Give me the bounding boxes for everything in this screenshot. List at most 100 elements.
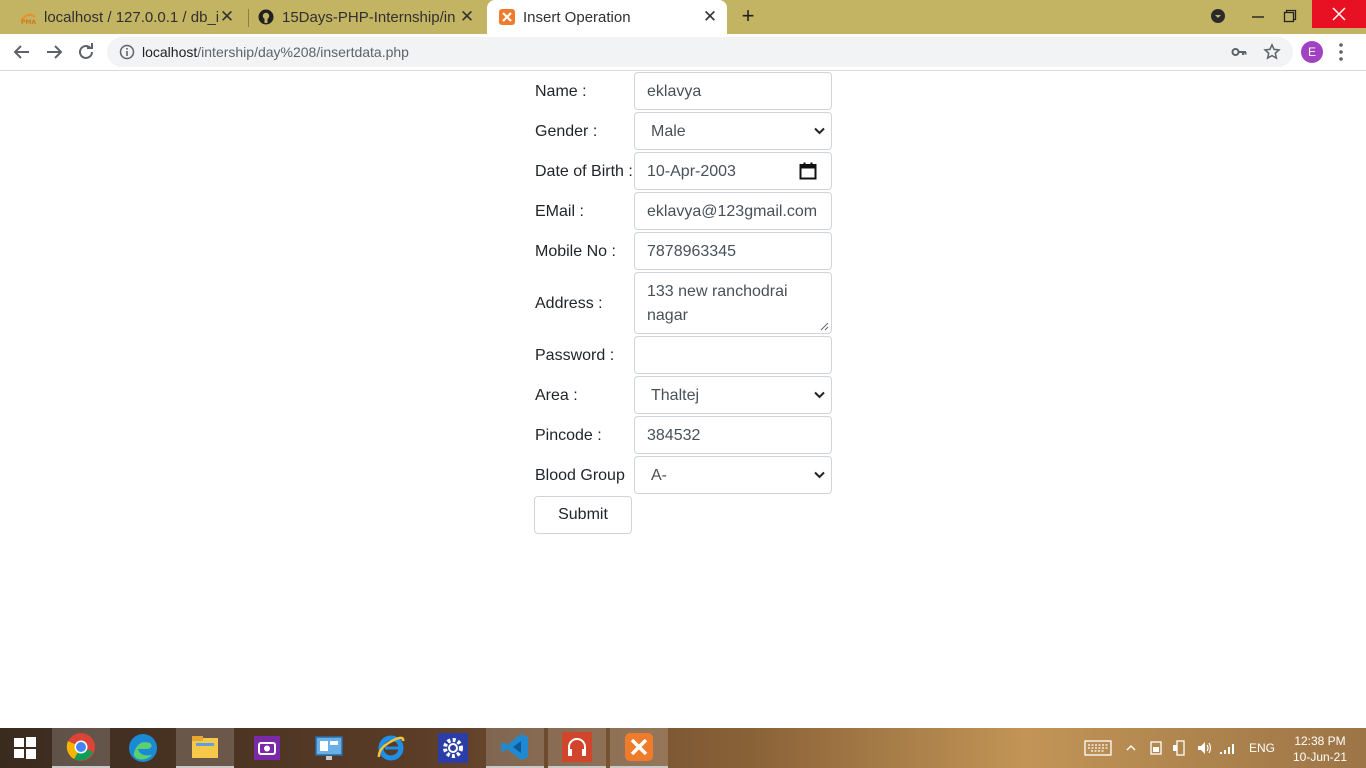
- chevron-down-icon: [814, 127, 825, 135]
- gender-value: Male: [651, 123, 686, 140]
- area-select[interactable]: Thaltej: [634, 376, 832, 414]
- area-label: Area :: [535, 387, 578, 404]
- close-icon[interactable]: ✕: [701, 7, 719, 26]
- dob-input[interactable]: 10-Apr-2003: [634, 152, 832, 190]
- area-value: Thaltej: [651, 387, 700, 404]
- volume-icon[interactable]: [1196, 728, 1212, 768]
- url-path: /intership/day%208/insertdata.php: [197, 44, 409, 60]
- tab-title: Insert Operation: [523, 8, 631, 26]
- tab-github[interactable]: 15Days-PHP-Internship/in ✕: [250, 0, 482, 34]
- new-tab-button[interactable]: +: [737, 5, 759, 28]
- close-icon[interactable]: ✕: [458, 7, 476, 26]
- submit-button[interactable]: Submit: [534, 496, 632, 534]
- name-value: eklavya: [647, 83, 702, 100]
- clock-date: 10-Jun-21: [1292, 750, 1348, 764]
- taskbar-chrome[interactable]: [52, 728, 110, 768]
- tab-insert-operation[interactable]: Insert Operation ✕: [487, 0, 727, 34]
- email-value: eklavya@123gmail.com: [647, 203, 818, 220]
- mobile-input[interactable]: 7878963345: [634, 232, 832, 270]
- address-bar[interactable]: localhost/intership/day%208/insertdata.p…: [107, 37, 1293, 67]
- restore-icon: [1283, 9, 1297, 23]
- dob-value: 10-Apr-2003: [647, 163, 736, 180]
- browser-toolbar: localhost/intership/day%208/insertdata.p…: [0, 34, 1366, 71]
- back-button[interactable]: [8, 38, 36, 66]
- email-label: EMail :: [535, 203, 584, 220]
- windows-start-icon: [14, 737, 36, 759]
- close-icon[interactable]: ✕: [218, 7, 236, 26]
- taskbar-internet-explorer[interactable]: [362, 728, 420, 768]
- blood-group-select[interactable]: A-: [634, 456, 832, 494]
- password-label: Password :: [535, 347, 615, 364]
- menu-dots-icon[interactable]: [1336, 42, 1346, 62]
- taskbar-xampp[interactable]: [610, 728, 668, 768]
- chevron-down-icon: [814, 391, 825, 399]
- tab-phpmyadmin[interactable]: PMA localhost / 127.0.0.1 / db_i ✕: [10, 0, 242, 34]
- minimize-icon: [1252, 16, 1264, 18]
- edge-icon: [129, 734, 157, 762]
- taskbar-settings[interactable]: [424, 728, 482, 768]
- device-icon[interactable]: [1172, 728, 1188, 768]
- file-explorer-icon: [192, 736, 218, 758]
- pincode-input[interactable]: 384532: [634, 416, 832, 454]
- bookmark-star-icon[interactable]: [1263, 42, 1281, 66]
- address-value: 133 new ranchodrai nagar: [647, 283, 788, 324]
- arrow-left-icon: [13, 45, 29, 59]
- email-input[interactable]: eklavya@123gmail.com: [634, 192, 832, 230]
- gender-label: Gender :: [535, 123, 598, 140]
- windows-taskbar: ENG 12:38 PM 10-Jun-21: [0, 728, 1366, 768]
- xampp-icon: [499, 9, 515, 25]
- pincode-label: Pincode :: [535, 427, 602, 444]
- close-window-button[interactable]: [1312, 0, 1366, 28]
- info-icon[interactable]: [119, 44, 135, 65]
- taskbar-file-explorer[interactable]: [176, 728, 234, 768]
- reload-button[interactable]: [72, 38, 100, 66]
- forward-button[interactable]: [40, 38, 68, 66]
- blood-group-label: Blood Group: [535, 467, 625, 484]
- key-icon[interactable]: [1231, 44, 1247, 65]
- tab-title: localhost / 127.0.0.1 / db_i: [44, 8, 218, 26]
- github-icon: [258, 9, 274, 25]
- password-input[interactable]: [634, 336, 832, 374]
- control-panel-icon: [315, 736, 343, 760]
- internet-explorer-icon: [377, 735, 405, 761]
- system-clock[interactable]: 12:38 PM 10-Jun-21: [1288, 733, 1352, 765]
- calendar-icon[interactable]: [799, 162, 817, 180]
- url-host: localhost: [142, 44, 198, 60]
- camera-icon: [254, 736, 280, 760]
- address-label: Address :: [535, 295, 603, 312]
- touch-keyboard-icon[interactable]: [1084, 728, 1112, 768]
- tab-search-button[interactable]: [1206, 0, 1230, 32]
- tab-separator: [248, 9, 249, 27]
- name-input[interactable]: eklavya: [634, 72, 832, 110]
- chrome-icon: [66, 733, 95, 761]
- language-indicator[interactable]: ENG: [1249, 728, 1275, 768]
- mobile-label: Mobile No :: [535, 243, 616, 260]
- taskbar-camera[interactable]: [238, 728, 296, 768]
- profile-avatar[interactable]: E: [1301, 41, 1323, 63]
- resize-grip-icon[interactable]: [820, 322, 829, 331]
- phpmyadmin-icon: PMA: [20, 9, 36, 25]
- tab-strip: PMA localhost / 127.0.0.1 / db_i ✕ 15Day…: [0, 0, 1366, 34]
- taskbar-music-app[interactable]: [548, 728, 606, 768]
- settings-icon: [438, 733, 468, 763]
- mobile-value: 7878963345: [647, 243, 736, 260]
- close-icon: [1332, 7, 1346, 21]
- restore-button[interactable]: [1268, 0, 1312, 32]
- battery-icon[interactable]: [1150, 728, 1162, 768]
- taskbar-control-panel[interactable]: [300, 728, 358, 768]
- taskbar-edge[interactable]: [114, 728, 172, 768]
- xampp-icon: [625, 733, 653, 761]
- vscode-icon: [501, 734, 528, 760]
- show-hidden-icons-icon[interactable]: [1126, 728, 1136, 768]
- name-label: Name :: [535, 83, 587, 100]
- gender-select[interactable]: Male: [634, 112, 832, 150]
- reload-icon: [79, 43, 93, 59]
- chevron-down-icon: [814, 471, 825, 479]
- dob-label: Date of Birth :: [535, 163, 633, 180]
- address-textarea[interactable]: 133 new ranchodrai nagar: [634, 272, 832, 334]
- network-signal-icon[interactable]: [1219, 728, 1237, 768]
- start-button[interactable]: [0, 728, 50, 768]
- taskbar-vscode[interactable]: [486, 728, 544, 768]
- svg-text:PMA: PMA: [21, 19, 36, 25]
- pincode-value: 384532: [647, 427, 701, 444]
